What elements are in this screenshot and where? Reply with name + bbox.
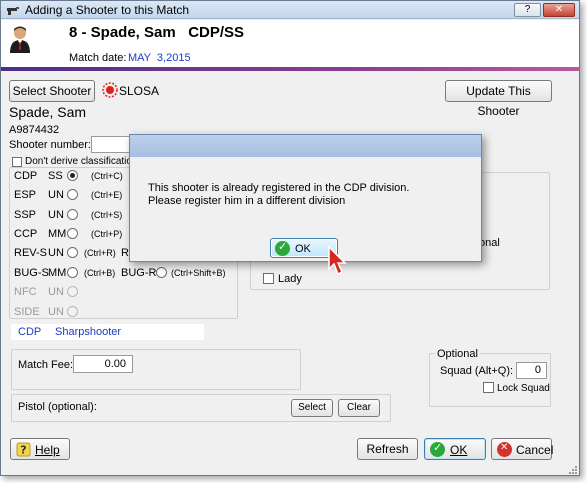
match-fee-input[interactable]: 0.00 [73,355,133,373]
dialog-message-line2: Please register him in a different divis… [148,195,346,207]
shooter-number-input[interactable] [91,136,131,153]
division-class: UN [48,286,64,298]
division-radio[interactable] [67,267,78,278]
match-fee-label: Match Fee: [18,359,74,371]
match-date-label: Match date: [69,52,127,64]
division-shortcut: (Ctrl+C) [91,171,123,181]
division-code: BUG-S [14,267,49,279]
lady-label: Lady [278,273,302,285]
window-icon [7,7,19,15]
summary-classification: Sharpshooter [55,326,122,338]
mouse-cursor-icon [328,245,347,276]
division-shortcut: (Ctrl+R) [84,248,116,258]
dialog-ok-check-icon [275,240,290,256]
division-code: NFC [14,286,37,298]
pistol-clear-button[interactable]: Clear [338,399,380,417]
header-divider [1,67,579,71]
division-class: MM [48,267,67,279]
help-button-label: Help [35,443,60,457]
division-code: SSP [14,209,37,221]
division-code: CCP [14,228,38,240]
shooter-avatar-icon [10,26,30,53]
already-registered-dialog: This shooter is already registered in th… [129,134,482,262]
lock-squad-checkbox[interactable] [483,382,494,393]
division-class: UN [48,306,64,318]
window-title: Adding a Shooter to this Match [25,3,190,17]
division-shortcut: (Ctrl+P) [91,229,123,239]
slosa-label: SLOSA [119,84,160,98]
resize-grip-icon[interactable] [566,463,578,475]
svg-text:?: ? [20,444,26,457]
dont-derive-checkbox[interactable] [12,157,22,167]
division-radio[interactable] [67,247,78,258]
refresh-button[interactable]: Refresh [357,438,418,460]
squad-input[interactable]: 0 [516,362,547,379]
title-bar: Adding a Shooter to this Match ? ✕ [1,1,579,19]
window-close-button[interactable]: ✕ [543,3,575,17]
cancel-button-label: Cancel [516,443,554,457]
summary-division: CDP [18,326,42,338]
shooter-name: Spade, Sam [9,104,87,120]
shooter-heading: 8 - Spade, Sam CDP/SS [69,24,245,41]
lock-squad-label: Lock Squad [497,383,550,394]
division-class: UN [48,247,64,259]
ok-check-icon [430,441,445,457]
division-radio [67,306,78,317]
division-shortcut: (Ctrl+E) [91,190,123,200]
division-radio [67,286,78,297]
division-class: UN [48,189,64,201]
optional-group-label: Optional [435,348,480,360]
bug-r-shortcut: (Ctrl+Shift+B) [171,268,226,278]
shooter-id: A9874432 [9,124,60,136]
division-code: ESP [14,189,37,201]
pistol-label: Pistol (optional): [18,401,97,413]
rev-o-partial-label: R [121,247,129,259]
dont-derive-label: Don't derive classification [25,156,138,167]
division-code: REV-S [14,247,48,259]
squad-label: Squad (Alt+Q): [440,365,514,377]
shooter-number-label: Shooter number: [9,139,91,151]
division-class: SS [48,170,63,182]
cancel-button[interactable]: Cancel [491,438,554,460]
division-shortcut: (Ctrl+B) [84,268,116,278]
refresh-button-label: Refresh [366,442,409,456]
pistol-select-button[interactable]: Select [291,399,333,417]
slosa-indicator-icon [102,82,118,98]
ok-button-label: OK [450,443,468,457]
division-class: MM [48,228,67,240]
division-code: SIDE [14,306,40,318]
cancel-x-icon [497,442,512,457]
help-button[interactable]: ? Help [10,438,70,460]
lady-checkbox[interactable] [263,273,274,284]
division-radio[interactable] [67,189,78,200]
division-radio[interactable] [67,170,78,181]
division-radio[interactable] [67,209,78,220]
ok-button[interactable]: OK [424,438,486,460]
match-date-value: MAY 3,2015 [128,52,191,64]
dialog-ok-label: OK [295,243,311,255]
select-shooter-button[interactable]: Select Shooter [9,80,95,102]
division-class: UN [48,209,64,221]
dialog-message-line1: This shooter is already registered in th… [148,182,410,194]
division-code: CDP [14,170,38,182]
update-shooter-button[interactable]: Update This Shooter [445,80,552,118]
bug-r-label: BUG-R [121,267,157,279]
window-help-button[interactable]: ? [514,3,541,17]
division-shortcut: (Ctrl+S) [91,210,123,220]
help-icon: ? [16,442,31,457]
match-header: 8 - Spade, Sam CDP/SS Match date: MAY 3,… [1,20,579,68]
division-radio[interactable] [67,228,78,239]
option-partial-label: onal [479,237,500,249]
bug-r-radio[interactable] [156,267,167,278]
add-shooter-window: Adding a Shooter to this Match ? ✕ 8 - S… [0,0,580,476]
dialog-title-bar [130,135,481,157]
